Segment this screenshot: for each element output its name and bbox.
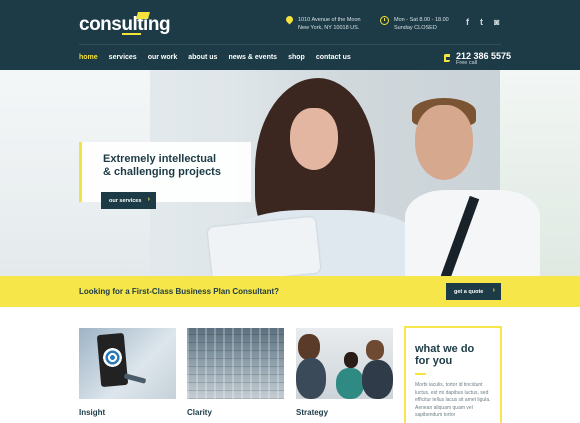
hero-woman-face xyxy=(290,108,338,170)
hero-man-head xyxy=(415,105,473,180)
card-title-insight[interactable]: Insight xyxy=(79,408,105,417)
person-1-body xyxy=(296,358,326,399)
what-we-do-accent-line xyxy=(415,373,426,375)
nav-our-work[interactable]: our work xyxy=(148,54,178,61)
free-call-label: Free call xyxy=(456,60,478,66)
address-line1: 1010 Avenue of the Moon xyxy=(298,17,361,23)
person-1-head xyxy=(298,334,320,360)
hero-title-line2: & challenging projects xyxy=(103,166,221,178)
what-we-do-title: what we do for you xyxy=(415,343,495,367)
our-services-label: our services xyxy=(109,197,142,204)
person-3-head xyxy=(366,340,384,360)
nav-contact-us[interactable]: contact us xyxy=(316,54,351,61)
nav-home[interactable]: home xyxy=(79,54,98,61)
chevron-right-icon: › xyxy=(147,196,150,203)
clock-icon xyxy=(380,16,389,25)
logo-badge xyxy=(136,12,150,19)
address-line2: New York, NY 10018 US. xyxy=(298,25,360,31)
hours-line2: Sunday CLOSED xyxy=(394,25,437,31)
get-a-quote-button[interactable]: get a quote › xyxy=(446,283,501,300)
main-nav: home services our work about us news & e… xyxy=(79,54,362,61)
hours-line1: Mon - Sat 8.00 - 18.00 xyxy=(394,17,449,23)
facebook-icon[interactable]: f xyxy=(466,17,469,27)
what-we-do-title-line1: what we do xyxy=(415,343,475,355)
card-title-clarity[interactable]: Clarity xyxy=(187,408,212,417)
opening-hours: Mon - Sat 8.00 - 18.00 Sunday CLOSED xyxy=(394,16,449,32)
what-we-do-title-line2: for you xyxy=(415,355,453,367)
our-services-button[interactable]: our services › xyxy=(101,192,156,209)
nav-services[interactable]: services xyxy=(109,54,137,61)
header-divider xyxy=(79,44,501,45)
person-2-body xyxy=(336,368,364,399)
card-title-strategy[interactable]: Strategy xyxy=(296,408,328,417)
chevron-right-icon: › xyxy=(492,287,495,294)
nav-shop[interactable]: shop xyxy=(288,54,305,61)
nav-news-events[interactable]: news & events xyxy=(228,54,277,61)
person-2-head xyxy=(344,352,358,368)
cta-text: Looking for a First-Class Business Plan … xyxy=(79,287,280,296)
hero-laptop xyxy=(207,216,321,276)
person-3-body xyxy=(362,360,393,399)
get-a-quote-label: get a quote xyxy=(454,288,484,295)
hero-title: Extremely intellectual & challenging pro… xyxy=(103,153,263,179)
hero-title-line1: Extremely intellectual xyxy=(103,153,217,165)
twitter-icon[interactable]: t xyxy=(480,17,483,27)
target-icon xyxy=(103,348,122,367)
what-we-do-text: Morbi iaculis, tortor id tincidunt luctu… xyxy=(415,382,491,418)
phone-icon xyxy=(444,54,450,62)
address: 1010 Avenue of the Moon New York, NY 100… xyxy=(298,16,361,32)
insight-image[interactable] xyxy=(79,328,176,399)
clarity-image[interactable] xyxy=(187,328,284,399)
instagram-icon[interactable]: ◙ xyxy=(494,17,499,27)
logo-underline xyxy=(122,33,141,35)
hero-accent-bar xyxy=(79,142,82,202)
strategy-image[interactable] xyxy=(296,328,393,399)
nav-about-us[interactable]: about us xyxy=(188,54,217,61)
building-facade xyxy=(187,328,284,399)
